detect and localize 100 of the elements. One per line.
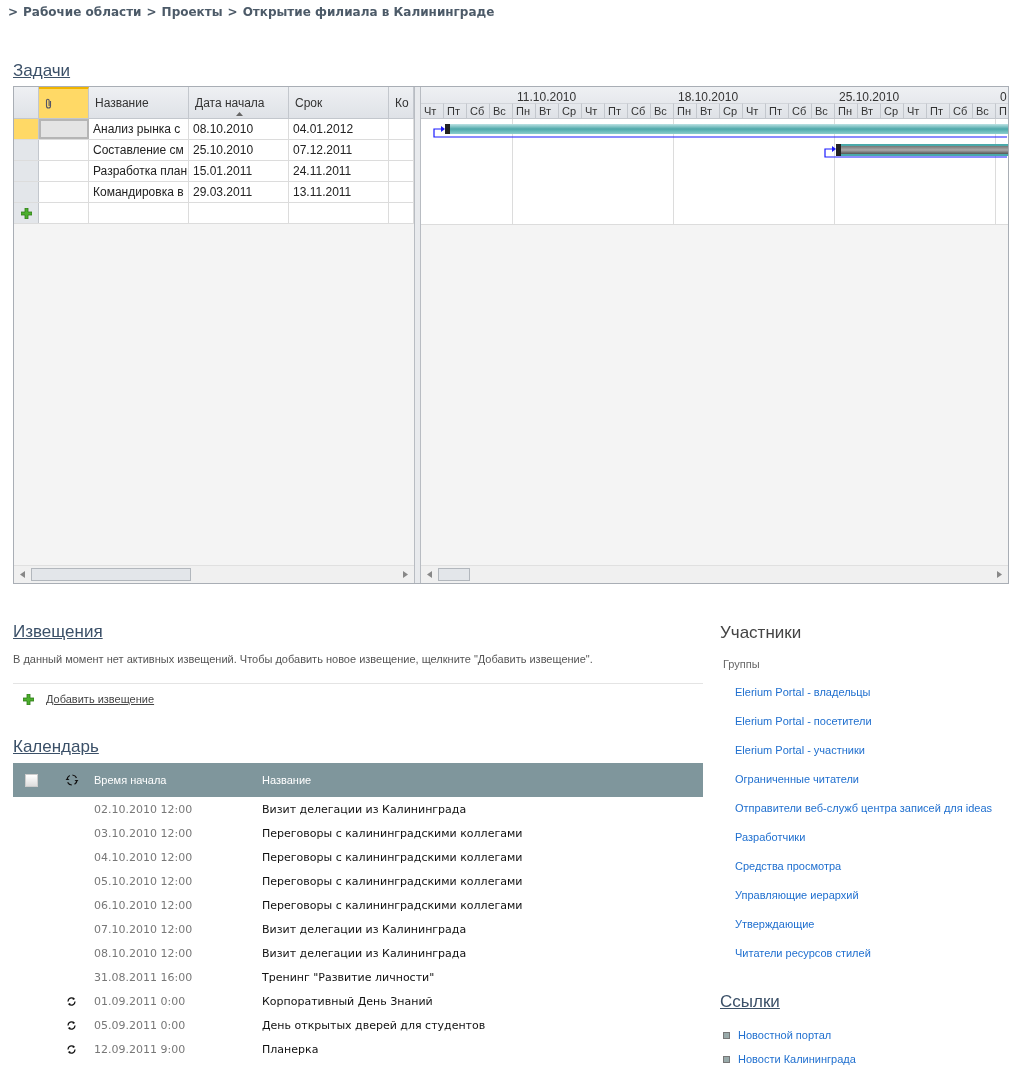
recurrence-icon [64,773,79,787]
sort-ascending-icon [235,112,243,116]
group-link[interactable]: Средства просмотра [735,859,1008,873]
group-subtitle: Группы [723,657,761,671]
section-title[interactable]: Ссылки [720,992,780,1012]
week-header: 25.10.2010 [838,90,900,104]
group-link[interactable]: Elerium Portal - посетители [735,714,1008,728]
scrollbar-thumb[interactable] [438,568,470,581]
section-title[interactable]: Календарь [13,737,99,757]
select-all-checkbox[interactable] [24,773,38,787]
scrollbar[interactable] [421,565,1008,583]
table-cell: 13.11.2011 [289,182,389,202]
event-title[interactable]: Корпоративный День Знаний [262,994,433,1008]
day-header: Вт [858,103,881,118]
add-icon[interactable] [23,693,34,705]
breadcrumb-link[interactable]: Рабочие области [23,4,142,20]
row-header[interactable] [14,161,39,181]
add-notice-link[interactable]: Добавить извещение [46,693,155,705]
pane-splitter[interactable] [414,87,421,583]
attachment-column-header[interactable] [39,87,89,118]
day-header: Вс [651,103,674,118]
table-cell: 15.01.2011 [189,161,289,181]
event-title[interactable]: Визит делегации из Калининграда [262,946,467,960]
group-link[interactable]: Elerium Portal - участники [735,743,1008,757]
group-link[interactable]: Утверждающие [735,917,1008,931]
add-icon[interactable] [20,207,32,219]
week-header: 0 [999,90,1007,104]
day-header: Чт [582,103,605,118]
event-start-time: 31.08.2011 16:00 [94,970,193,984]
event-start-time: 12.09.2011 9:00 [94,1042,186,1056]
week-header: 18.10.2010 [677,90,739,104]
event-title[interactable]: Тренинг "Развитие личности" [262,970,435,984]
task-bar[interactable] [836,144,1008,156]
column-header[interactable]: Срок [289,87,389,118]
day-header: Сб [789,103,812,118]
day-header: Вс [973,103,996,118]
event-start-time: 01.09.2011 0:00 [94,994,186,1008]
row-header[interactable] [14,140,39,160]
table-cell: 24.11.2011 [289,161,389,181]
link[interactable]: Новостной портал [738,1028,832,1042]
column-header[interactable]: Дата начала [189,87,289,118]
day-header: Пн [513,103,536,118]
event-start-time: 02.10.2010 12:00 [94,802,193,816]
event-start-time: 03.10.2010 12:00 [94,826,193,840]
column-header[interactable]: Название [89,87,189,118]
event-title[interactable]: Планерка [262,1042,319,1056]
group-link[interactable]: Elerium Portal - владельцы [735,685,1008,699]
breadcrumb-current: Открытие филиала в Калининграде [242,4,495,20]
section-title[interactable]: Извещения [13,622,103,642]
link[interactable]: Новости Калининграда [738,1052,856,1065]
recurrence-icon [66,1043,77,1055]
breadcrumb-separator: > [146,4,157,20]
event-title[interactable]: Переговоры с калининградскими коллегами [262,898,523,912]
recurrence-icon [66,1019,77,1031]
event-title[interactable]: Визит делегации из Калининграда [262,922,467,936]
table-cell: 29.03.2011 [189,182,289,202]
day-header: Пт [605,103,628,118]
week-header: 11.10.2010 [516,90,577,104]
table-cell: Командировка в [89,182,189,202]
table-cell: 25.10.2010 [189,140,289,160]
scroll-right-icon[interactable] [997,571,1002,578]
group-link[interactable]: Управляющие иерархий [735,888,1008,902]
event-title[interactable]: Переговоры с калининградскими коллегами [262,826,523,840]
day-header: Пт [444,103,467,118]
breadcrumb-link[interactable]: Проекты [161,4,223,20]
table-cell: 08.10.2010 [189,119,289,139]
day-header: Чт [421,103,444,118]
day-header: Сб [467,103,490,118]
empty-message: В данный момент нет активных извещений. Чтобы добавить новое извещение, щелкните "Добавить извещение". [13,652,594,666]
event-title[interactable]: Визит делегации из Калининграда [262,802,467,816]
section-title[interactable]: Задачи [13,61,71,81]
row-header[interactable] [14,119,39,139]
day-header: Вс [490,103,513,118]
recurrence-icon [66,995,77,1007]
scroll-left-icon[interactable] [427,571,432,578]
group-link[interactable]: Отправители веб-служб центра записей для ideas [735,801,1008,815]
day-header: Ср [559,103,582,118]
group-link[interactable]: Разработчики [735,830,1008,844]
day-header: Вт [536,103,559,118]
event-title[interactable]: Переговоры с калининградскими коллегами [262,850,523,864]
day-header: П [996,103,1008,118]
day-header: Пт [766,103,789,118]
scrollbar[interactable] [14,565,414,583]
event-start-time: 08.10.2010 12:00 [94,946,193,960]
day-header: Сб [950,103,973,118]
breadcrumb-separator: > [8,4,19,20]
day-header: Пт [927,103,950,118]
group-link[interactable]: Читатели ресурсов стилей [735,946,1008,960]
day-header: Сб [628,103,651,118]
event-title[interactable]: Переговоры с калининградскими коллегами [262,874,523,888]
event-title[interactable]: День открытых дверей для студентов [262,1018,486,1032]
scroll-left-icon[interactable] [20,571,25,578]
breadcrumb-separator: > [227,4,238,20]
scroll-right-icon[interactable] [403,571,408,578]
day-header: Ср [881,103,904,118]
row-header[interactable] [14,182,39,202]
group-link[interactable]: Ограниченные читатели [735,772,1008,786]
section-title: Участники [720,623,802,643]
table-cell: 07.12.2011 [289,140,389,160]
scrollbar-thumb[interactable] [31,568,191,581]
